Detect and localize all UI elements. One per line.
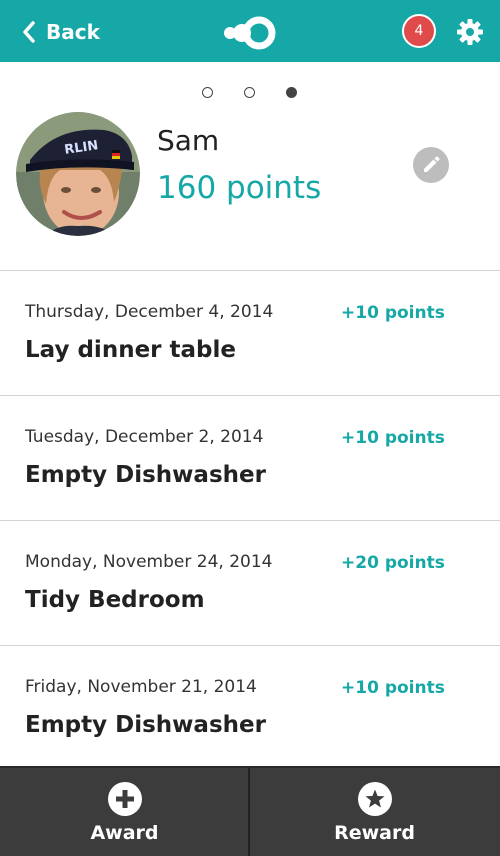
item-points: +10 points xyxy=(341,303,445,323)
edit-profile-button[interactable] xyxy=(413,147,449,183)
star-icon xyxy=(357,782,392,816)
reward-label: Reward xyxy=(334,822,415,844)
pencil-icon xyxy=(424,156,440,172)
award-button[interactable]: Award xyxy=(0,768,249,856)
item-points: +10 points xyxy=(341,678,445,698)
profile-header: RLIN Sam 160 points xyxy=(0,100,500,270)
item-points: +20 points xyxy=(341,553,445,573)
app-logo-icon xyxy=(224,16,276,50)
reward-button[interactable]: Reward xyxy=(250,768,499,856)
bottom-action-bar: Award Reward xyxy=(0,766,500,856)
item-title: Empty Dishwasher xyxy=(25,712,266,738)
list-item[interactable]: Monday, November 24, 2014 +20 points Tid… xyxy=(0,520,500,645)
top-bar: Back 4 xyxy=(0,0,500,62)
back-button[interactable]: Back xyxy=(22,17,100,47)
avatar: RLIN xyxy=(16,112,140,236)
notification-badge[interactable]: 4 xyxy=(402,14,436,48)
page-indicator xyxy=(0,87,500,99)
back-label: Back xyxy=(46,20,100,44)
list-item[interactable]: Friday, November 21, 2014 +10 points Emp… xyxy=(0,645,500,770)
back-chevron-icon xyxy=(23,21,35,43)
item-title: Tidy Bedroom xyxy=(25,587,205,613)
list-item[interactable]: Thursday, December 4, 2014 +10 points La… xyxy=(0,270,500,395)
item-title: Lay dinner table xyxy=(25,337,236,363)
item-date: Tuesday, December 2, 2014 xyxy=(25,427,264,447)
points-history-list: Thursday, December 4, 2014 +10 points La… xyxy=(0,270,500,770)
page-dot-active[interactable] xyxy=(286,87,297,98)
profile-name: Sam xyxy=(157,124,220,157)
gear-icon[interactable] xyxy=(456,18,484,46)
award-label: Award xyxy=(90,822,159,844)
item-date: Friday, November 21, 2014 xyxy=(25,677,257,697)
list-item[interactable]: Tuesday, December 2, 2014 +10 points Emp… xyxy=(0,395,500,520)
plus-icon xyxy=(107,782,142,816)
page-dot[interactable] xyxy=(244,87,255,98)
item-date: Monday, November 24, 2014 xyxy=(25,552,273,572)
page-dot[interactable] xyxy=(202,87,213,98)
item-points: +10 points xyxy=(341,428,445,448)
item-title: Empty Dishwasher xyxy=(25,462,266,488)
profile-points: 160 points xyxy=(157,170,322,206)
item-date: Thursday, December 4, 2014 xyxy=(25,302,274,322)
